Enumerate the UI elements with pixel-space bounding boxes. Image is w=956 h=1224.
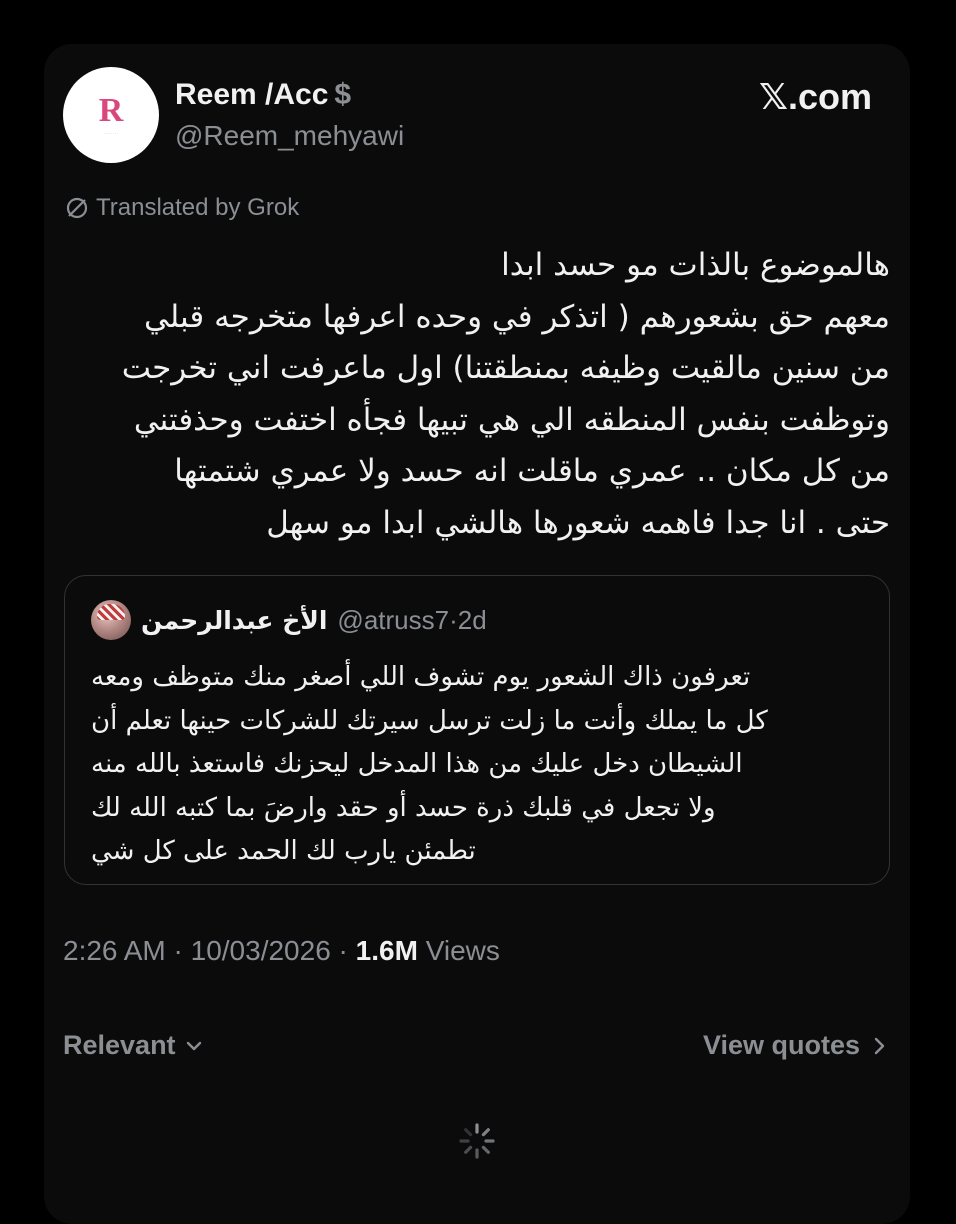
quoted-author-name[interactable]: الأخ عبدالرحمن <box>141 606 327 635</box>
chevron-down-icon <box>186 1041 201 1050</box>
tweet-body: هالموضوع بالذات مو حسد ابدا معهم حق بشعو… <box>64 240 890 549</box>
translation-indicator: Translated by Grok <box>64 194 299 222</box>
author-handle[interactable]: @Reem_mehyawi <box>175 120 404 152</box>
quoted-line: تعرفون ذاك الشعور يوم تشوف اللي أصغر منك… <box>91 662 751 692</box>
tweet-line: وتوظفت بنفس المنطقه الي هي تبيها فجأه اخ… <box>133 401 890 438</box>
quoted-tweet-body: تعرفون ذاك الشعور يوم تشوف اللي أصغر منك… <box>91 656 863 874</box>
author-name-text: Reem /Acc <box>175 78 329 111</box>
grok-icon <box>66 197 88 219</box>
quoted-author-handle[interactable]: @atruss7 <box>337 605 449 635</box>
quoted-author-meta: @atruss7·2d <box>337 605 486 636</box>
loading-spinner-icon <box>459 1123 495 1159</box>
sort-label: Relevant <box>63 1030 176 1060</box>
tweet-date[interactable]: 10/03/2026 <box>191 935 331 966</box>
chevron-right-icon <box>874 1037 885 1054</box>
tweet-timestamp: 2:26 AM · 10/03/2026 · 1.6M Views <box>63 935 500 967</box>
quoted-author-avatar[interactable] <box>91 600 131 640</box>
dollar-icon: $ <box>334 78 352 111</box>
author-avatar[interactable]: R ········ <box>63 67 159 163</box>
tweet-time[interactable]: 2:26 AM <box>63 935 166 966</box>
quoted-tweet[interactable]: الأخ عبدالرحمن @atruss7·2d تعرفون ذاك ال… <box>64 575 890 885</box>
tweet-line: هالموضوع بالذات مو حسد ابدا <box>501 247 890 283</box>
quoted-line: كل ما يملك وأنت ما زلت ترسل سيرتك للشركا… <box>91 705 768 736</box>
quoted-tweet-header: الأخ عبدالرحمن @atruss7·2d <box>91 600 487 640</box>
meta-separator: · <box>449 604 458 635</box>
meta-separator: · <box>173 935 183 966</box>
reply-sort-button[interactable]: Relevant <box>63 1030 204 1061</box>
tweet-card: R ········ Reem /Acc $ @Reem_mehyawi 𝕏.co… <box>44 44 910 1224</box>
tweet-line: من كل مكان .. عمري ماقلت انه حسد ولا عمر… <box>174 453 890 489</box>
views-label: Views <box>425 935 500 966</box>
view-quotes-link[interactable]: View quotes <box>703 1030 888 1061</box>
avatar-logo-letter: R <box>98 92 124 129</box>
quoted-tweet-age: 2d <box>457 604 487 635</box>
x-logo: 𝕏.com <box>758 76 872 117</box>
quoted-line: الشيطان دخل عليك من هذا المدخل ليحزنك فا… <box>91 749 743 779</box>
tweet-line: معهم حق بشعورهم ( اتذكر في وحده اعرفها م… <box>143 298 890 335</box>
quoted-line: ولا تجعل في قلبك ذرة حسد أو حقد وارضَ بم… <box>91 792 716 823</box>
views-count: 1.6M <box>355 935 418 966</box>
author-display-name[interactable]: Reem /Acc $ <box>175 78 351 112</box>
meta-separator: · <box>338 935 348 966</box>
quoted-line: تطمئن يارب لك الحمد على كل شي <box>91 836 476 866</box>
avatar-logo-caption: ········ <box>103 131 119 136</box>
translation-label: Translated by Grok <box>96 194 300 221</box>
tweet-line: من سنين مالقيت وظيفه بمنطقتنا) اول ماعرف… <box>121 350 890 386</box>
view-quotes-label: View quotes <box>702 1030 860 1060</box>
tweet-line: حتى . انا جدا فاهمه شعورها هالشي ابدا مو… <box>266 504 890 541</box>
